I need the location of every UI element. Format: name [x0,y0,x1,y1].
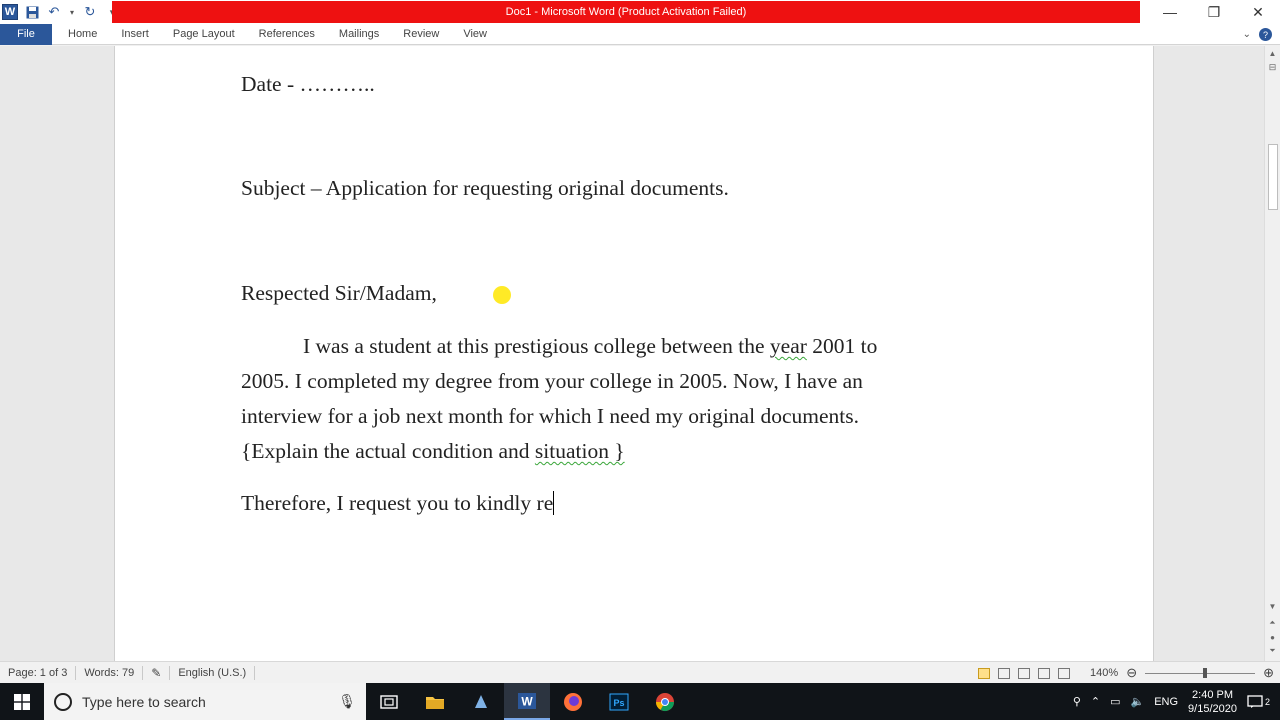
ribbon-tabs: File Home Insert Page Layout References … [0,23,1280,45]
paragraph-line: 2005. I completed my degree from your co… [241,369,863,393]
word-logo-icon[interactable]: W [2,4,18,20]
microphone-icon[interactable]: 🎙 [338,693,356,710]
text-run: {Explain the actual condition and [241,439,535,463]
clock-date: 9/15/2020 [1188,702,1237,715]
firefox-icon[interactable] [550,683,596,720]
zoom-out-icon[interactable]: ⊖ [1126,665,1137,681]
status-right: 140% ⊖ ⊕ [978,662,1274,684]
web-layout-icon[interactable] [1018,667,1031,679]
outline-icon[interactable] [1038,667,1051,679]
clock-time: 2:40 PM [1192,688,1233,701]
chrome-icon[interactable] [642,683,688,720]
volume-icon[interactable]: 🔈 [1131,695,1145,708]
ribbon-right-controls: ⌄ ? [1243,24,1280,45]
quick-access-toolbar: W ↶ ▾ ↻ ▾ [0,0,120,24]
print-layout-icon[interactable] [978,667,991,679]
tab-page-layout[interactable]: Page Layout [161,24,247,45]
notification-count: 2 [1264,696,1270,707]
show-hidden-icons-icon[interactable]: ⌃ [1091,695,1100,708]
photoshop-icon[interactable]: Ps [596,683,642,720]
cursor-highlight [493,286,511,304]
expand-ribbon-icon[interactable]: ⌄ [1243,29,1251,40]
word-count[interactable]: Words: 79 [76,665,144,680]
next-page-icon[interactable]: ⏷ [1265,644,1280,658]
taskbar-search[interactable]: Type here to search 🎙 [44,683,366,720]
input-language[interactable]: ENG [1154,696,1178,708]
zoom-level[interactable]: 140% [1090,667,1118,679]
scroll-down-icon[interactable]: ▼ [1265,599,1280,613]
document-workspace: Date - ……….. Subject – Application for r… [0,46,1264,661]
paragraph-line: I was a student at this prestigious coll… [303,334,877,359]
previous-page-icon[interactable]: ⏶ [1265,616,1280,630]
word-taskbar-icon[interactable]: W [504,683,550,720]
paragraph-line: interview for a job next month for which… [241,404,859,428]
undo-icon[interactable]: ↶ [46,4,62,20]
tab-insert[interactable]: Insert [109,24,161,45]
minimize-button[interactable]: — [1148,0,1192,24]
people-icon[interactable]: ⚲ [1073,695,1081,708]
svg-text:Ps: Ps [613,698,624,708]
close-button[interactable]: ✕ [1236,0,1280,24]
tab-view[interactable]: View [451,24,499,45]
help-icon[interactable]: ? [1259,28,1272,41]
svg-text:W: W [521,694,533,708]
text-run: I was a student at this prestigious coll… [303,334,770,358]
ruler-toggle-icon[interactable]: ⊟ [1265,60,1280,74]
status-bar: Page: 1 of 3 Words: 79 ✎ English (U.S.) … [0,661,1280,683]
zoom-in-icon[interactable]: ⊕ [1263,665,1274,681]
title-bar: W ↶ ▾ ↻ ▾ Doc1 - Microsoft Word (Product… [0,0,1280,24]
page-count[interactable]: Page: 1 of 3 [0,665,77,680]
date-line: Date - ……….. [241,72,375,96]
vertical-scrollbar[interactable]: ▲ ⊟ ▼ ⏶ ● ⏷ [1264,46,1280,661]
tab-home[interactable]: Home [52,24,109,45]
salutation-line: Respected Sir/Madam, [241,281,437,305]
notification-center-icon[interactable]: 2 [1247,694,1270,709]
text-caret [553,491,555,515]
app-icon[interactable] [458,683,504,720]
proofing-icon[interactable]: ✎ [143,665,171,680]
grammar-flagged-word[interactable]: year [770,334,807,358]
zoom-slider[interactable] [1145,667,1256,678]
text-run: 2001 to [806,334,878,358]
task-view-icon[interactable] [366,683,412,720]
window-title: Doc1 - Microsoft Word (Product Activatio… [112,1,1140,23]
tab-review[interactable]: Review [391,24,451,45]
paragraph-line: {Explain the actual condition and situat… [241,439,625,464]
full-screen-reading-icon[interactable] [998,667,1011,679]
tab-references[interactable]: References [247,24,327,45]
text-run: Therefore, I request you to kindly re [241,491,554,515]
scrollbar-thumb[interactable] [1268,144,1278,210]
language-indicator[interactable]: English (U.S.) [170,665,256,680]
windows-start-icon[interactable] [0,683,44,720]
system-tray: ⚲ ⌃ ▭ 🔈 ENG 2:40 PM 9/15/2020 2 [1073,683,1280,720]
file-explorer-icon[interactable] [412,683,458,720]
restore-button[interactable]: ❐ [1192,0,1236,24]
undo-dropdown-icon[interactable]: ▾ [68,4,76,20]
tab-file[interactable]: File [0,23,52,45]
subject-line: Subject – Application for requesting ori… [241,176,729,200]
scroll-up-icon[interactable]: ▲ [1265,46,1280,60]
tab-mailings[interactable]: Mailings [327,24,391,45]
browse-object-icon[interactable]: ● [1265,630,1280,644]
search-placeholder: Type here to search [82,693,206,710]
redo-icon[interactable]: ↻ [82,4,98,20]
grammar-flagged-word[interactable]: situation } [535,439,625,463]
zoom-slider-thumb[interactable] [1203,667,1208,678]
draft-icon[interactable] [1058,667,1071,679]
cortana-icon [54,692,72,711]
save-icon[interactable] [24,4,40,20]
network-icon[interactable]: ▭ [1110,695,1120,708]
clock[interactable]: 2:40 PM 9/15/2020 [1188,688,1237,716]
paragraph-line: Therefore, I request you to kindly re [241,491,555,516]
windows-taskbar: Type here to search 🎙 W Ps ⚲ ⌃ ▭ 🔈 ENG 2… [0,683,1280,720]
document-page[interactable]: Date - ……….. Subject – Application for r… [114,46,1154,661]
